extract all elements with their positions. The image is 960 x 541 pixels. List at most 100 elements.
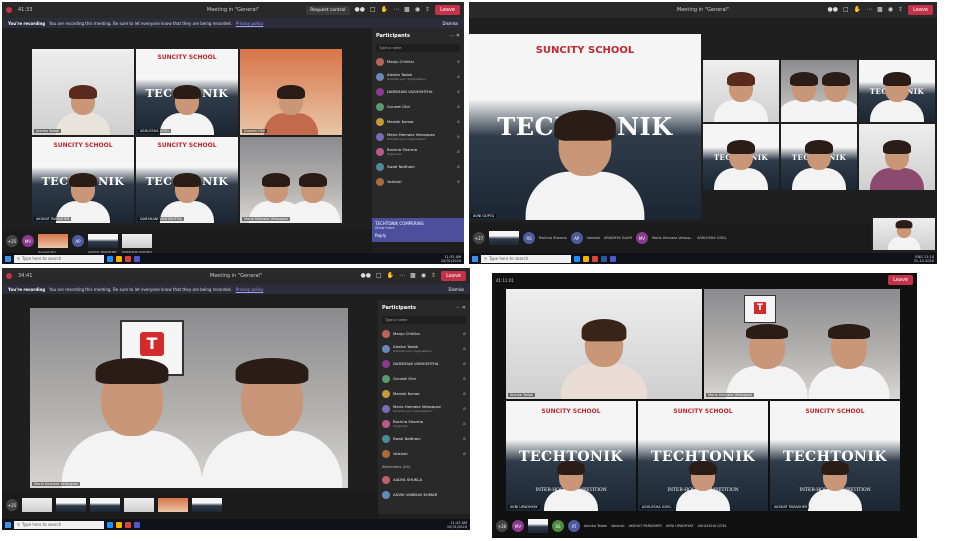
dismiss-button[interactable]: Dismiss — [443, 21, 458, 26]
avatar[interactable]: MV — [22, 235, 34, 247]
taskbar-search[interactable]: ⚲ Type here to search — [14, 254, 104, 263]
more-icon[interactable]: ⋯ — [399, 273, 405, 279]
avatar[interactable]: MV — [635, 232, 648, 244]
avatar[interactable]: AP — [570, 232, 583, 244]
video-tile[interactable] — [703, 60, 779, 122]
camera-icon[interactable]: ▩ — [410, 273, 416, 279]
video-tile[interactable]: Mario Hernaez Velazquez — [240, 137, 342, 223]
participant-row[interactable]: Swati Naithani ⊘ — [378, 431, 470, 446]
thumbnail-tile[interactable] — [489, 231, 519, 245]
thumbnail-tile[interactable] — [22, 498, 52, 512]
overflow-avatar[interactable]: +27 — [473, 232, 485, 244]
participant-row[interactable]: Mario Hernaez Velazquez Outside your orga… — [372, 129, 464, 144]
word-icon[interactable] — [601, 255, 607, 262]
request-control-button[interactable]: Request control — [306, 5, 350, 15]
leave-button[interactable]: Leave — [908, 5, 933, 15]
mic-icon[interactable]: ◉ — [888, 7, 893, 13]
chat-icon[interactable]: □ — [376, 273, 382, 279]
participant-row[interactable]: Guneet Ohri ⊘ — [372, 99, 464, 114]
camera-icon[interactable]: ▩ — [877, 7, 883, 13]
main-video-tile[interactable]: SUNCITY SCHOOL TECHTONIK INTER-HOUSE AVN… — [469, 34, 701, 220]
video-tile[interactable]: Alenka Tadak — [506, 289, 702, 399]
participant-row[interactable]: Alenka Tadak Outside your organisation ⊘ — [378, 341, 470, 356]
edge-icon[interactable] — [107, 521, 113, 528]
close-icon[interactable]: ⋯ ✕ — [455, 305, 466, 311]
folder-icon[interactable] — [583, 255, 589, 262]
overflow-avatar[interactable]: +26 — [496, 520, 508, 532]
participants-icon[interactable]: ●● — [355, 7, 365, 13]
leave-button[interactable]: Leave — [435, 5, 460, 15]
participant-row[interactable]: Rachna Sharma Organiser ⊘ — [378, 416, 470, 431]
video-tile[interactable]: SUNCITY SCHOOL TECHTONIK DARSHANI VASHIS… — [136, 137, 238, 223]
participant-row[interactable]: Mario Hernaez Velazquez Outside your orga… — [378, 401, 470, 416]
more-icon[interactable]: ⋯ — [866, 7, 872, 13]
privacy-policy-link[interactable]: Privacy policy — [236, 287, 264, 292]
thumbnail-tile[interactable]: AKSHAT PARASHER — [88, 234, 118, 254]
close-icon[interactable]: ⋯ ✕ — [449, 33, 460, 39]
video-tile[interactable]: SUNCITY SCHOOL TECHTONIK INTER-HOUSE COM… — [638, 401, 768, 511]
reply-link[interactable]: Reply — [375, 233, 461, 238]
video-tile[interactable]: TECHTONIK — [703, 124, 779, 190]
video-tile[interactable]: TECHTONIK — [859, 60, 935, 122]
chat-icon[interactable]: □ — [370, 7, 376, 13]
thumbnail-tile[interactable] — [158, 498, 188, 512]
raise-hand-icon[interactable]: ✋ — [387, 273, 394, 279]
video-tile[interactable]: SUNCITY SCHOOL TECHTONIK AKSHAT PARASHER — [32, 137, 134, 223]
edge-icon[interactable] — [107, 255, 113, 262]
participant-row[interactable]: AADYA SHUKLA — [378, 472, 470, 487]
edge-icon[interactable] — [574, 255, 580, 262]
folder-icon[interactable] — [116, 255, 122, 262]
windows-start-icon[interactable] — [5, 521, 11, 528]
chat-icon[interactable]: □ — [843, 7, 849, 13]
avatar[interactable]: AP — [72, 235, 84, 247]
participant-row[interactable]: Manish Kumar ⊘ — [378, 386, 470, 401]
chrome-icon[interactable] — [125, 521, 131, 528]
windows-start-icon[interactable] — [5, 255, 11, 262]
participant-row[interactable]: Guneet Ohri ⊘ — [378, 371, 470, 386]
dismiss-button[interactable]: Dismiss — [449, 287, 464, 292]
chat-message[interactable]: TECHTONIK COMPERING Show more Reply — [372, 218, 464, 242]
participant-row[interactable]: Manju Chhillar ⊘ — [372, 54, 464, 69]
taskbar-search[interactable]: ⚲ Type here to search — [14, 520, 104, 529]
participant-row[interactable]: Manju Chhillar ⊘ — [378, 326, 470, 341]
taskbar-search[interactable]: ⚲ Type here to search — [481, 254, 571, 263]
type-name-input[interactable]: Type a name — [376, 44, 460, 52]
participant-row[interactable]: Vaishali ⊘ — [378, 446, 470, 461]
thumbnail-tile[interactable] — [90, 498, 120, 512]
thumbnail-tile[interactable] — [56, 498, 86, 512]
participant-row[interactable]: Vaishali ⊘ — [372, 174, 464, 189]
more-icon[interactable]: ⋯ — [393, 7, 399, 13]
participants-icon[interactable]: ●● — [828, 7, 838, 13]
avatar[interactable]: SS — [552, 520, 564, 532]
leave-button[interactable]: Leave — [441, 271, 466, 281]
participant-row[interactable]: ADVIK VAIBHAV KUMAR — [378, 487, 470, 502]
thumbnail-tile[interactable]: Guneet Ohri — [38, 234, 68, 254]
privacy-policy-link[interactable]: Privacy policy — [236, 21, 264, 26]
participant-row[interactable]: Swati Naithani ⊘ — [372, 159, 464, 174]
teams-icon[interactable] — [134, 255, 140, 262]
mic-icon[interactable]: ◉ — [415, 7, 420, 13]
participant-row[interactable]: DARSHANI VASHISHTHA ⊘ — [378, 356, 470, 371]
video-tile[interactable]: Guneet Ohri — [240, 49, 342, 135]
participant-row[interactable]: Rachna Sharma Organiser ⊘ — [372, 144, 464, 159]
attendees-header[interactable]: Attendees (24) — [378, 461, 470, 472]
video-tile[interactable]: SUNCITY SCHOOL TECHTONIK INTER-HOUSE COM… — [770, 401, 900, 511]
teams-icon[interactable] — [134, 521, 140, 528]
video-tile[interactable]: T Mario Hernaez Velazquez — [704, 289, 900, 399]
chrome-icon[interactable] — [125, 255, 131, 262]
windows-start-icon[interactable] — [472, 255, 478, 262]
raise-hand-icon[interactable]: ✋ — [381, 7, 388, 13]
participant-row[interactable]: DARSHANI VASHISHTHA ⊘ — [372, 84, 464, 99]
video-tile[interactable]: Alenka Tadak — [32, 49, 134, 135]
video-tile[interactable]: SUNCITY SCHOOL TECHTONIK INTER-HOUSE COM… — [506, 401, 636, 511]
share-icon[interactable]: ⇧ — [898, 7, 903, 13]
teams-icon[interactable] — [610, 255, 616, 262]
video-tile[interactable] — [859, 124, 935, 190]
participants-icon[interactable]: ●● — [361, 273, 371, 279]
thumbnail-tile[interactable]: DARSHANI VASHISH — [122, 234, 152, 254]
participant-row[interactable]: Alenka Tadak Outside your organisation ⊘ — [372, 69, 464, 84]
participant-row[interactable]: Manish Kumar ⊘ — [372, 114, 464, 129]
chat-show-more[interactable]: Show more — [375, 226, 461, 230]
share-icon[interactable]: ⇧ — [431, 273, 436, 279]
thumbnail-tile[interactable] — [124, 498, 154, 512]
